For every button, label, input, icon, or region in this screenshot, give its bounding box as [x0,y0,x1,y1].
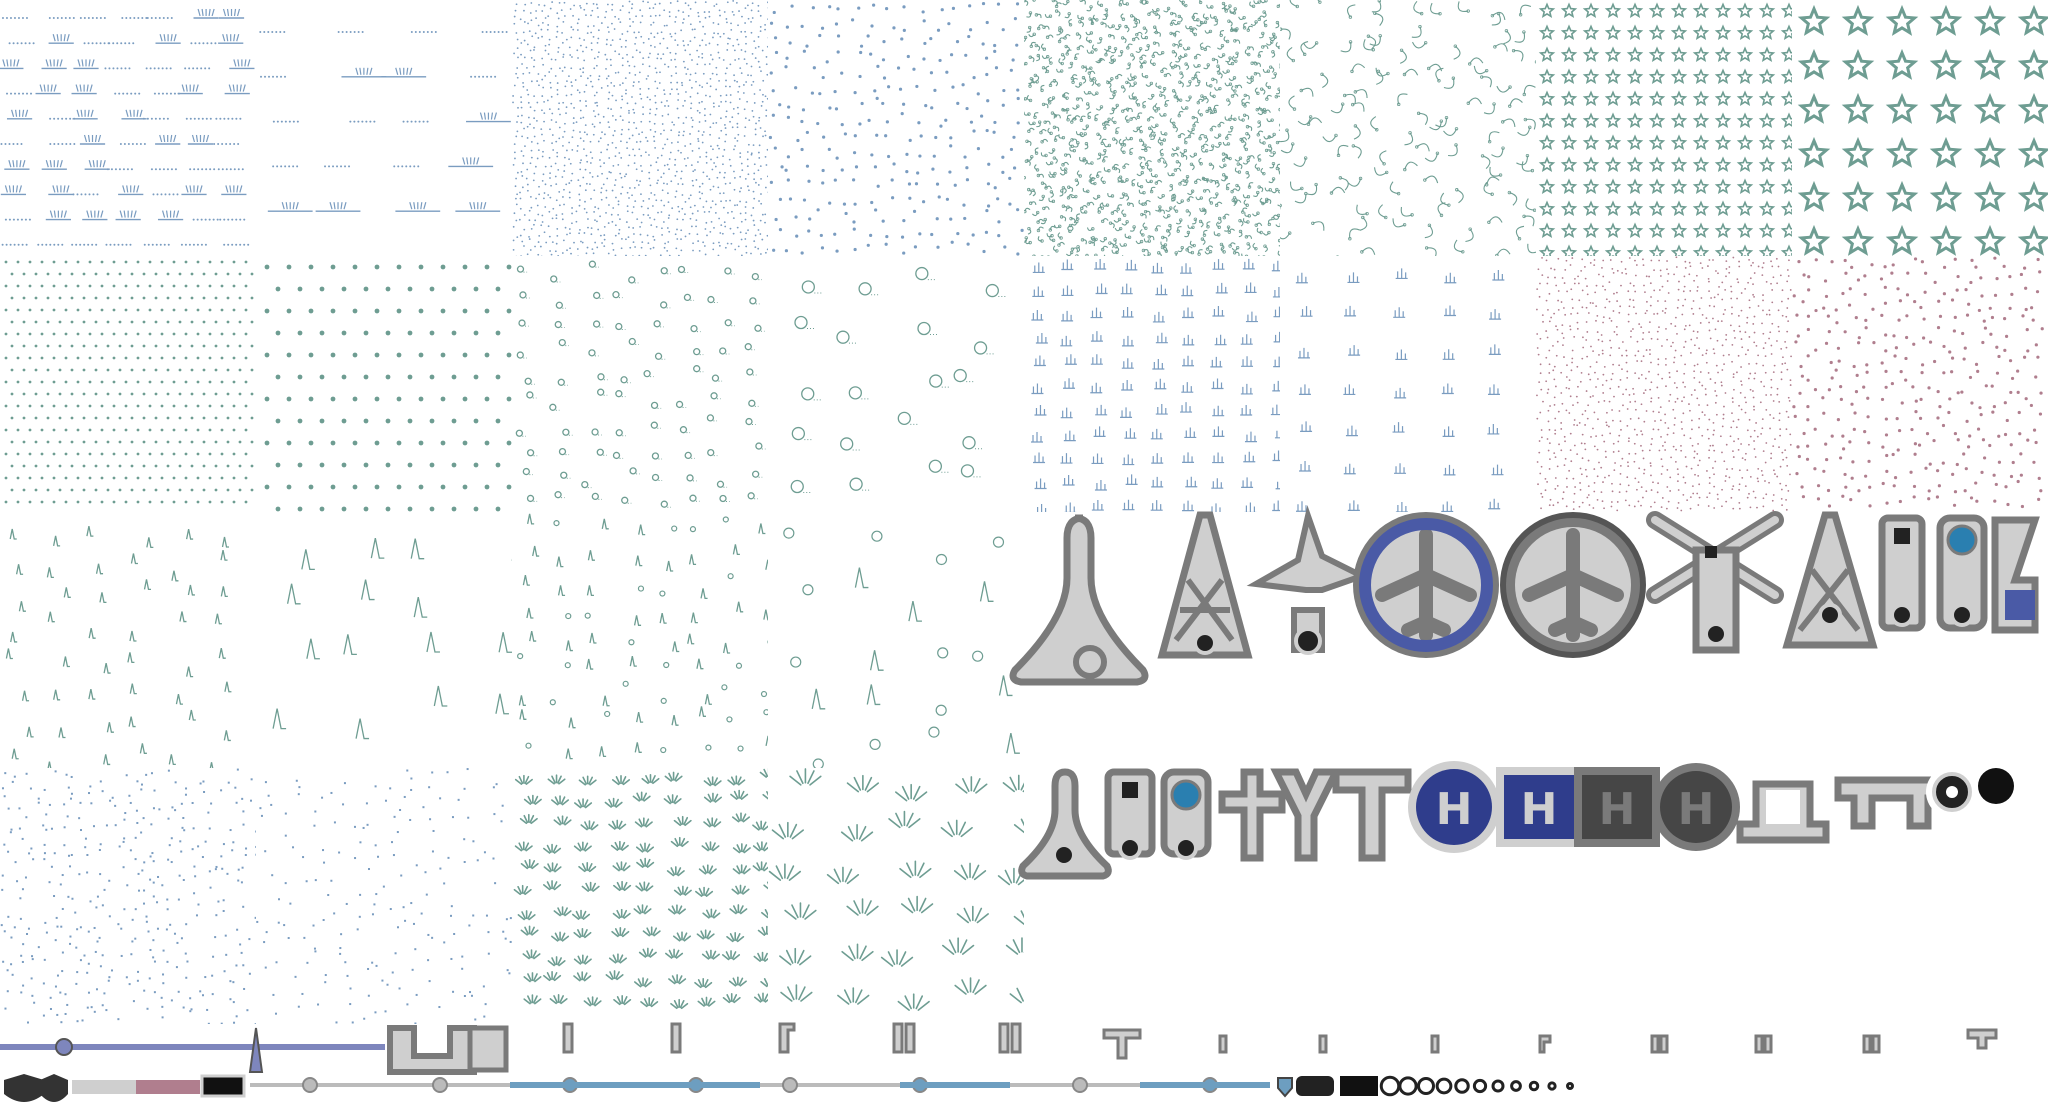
black-dot-icon [1978,768,2014,804]
heliport-round-icon: H [1408,761,1500,853]
lattice-mast-icon [1782,511,1878,649]
line-pattern-strip [0,1022,1998,1102]
tower-icon [1009,514,1149,686]
beacon-round-icon [1936,514,1988,632]
fork-icon [1270,768,1342,862]
lattice-tower-icon [1157,511,1253,659]
arch-icon [1736,780,1830,844]
beacon-round-small-icon [1160,768,1212,860]
beacon-square-small-icon [1104,768,1156,860]
cross-icon [1218,768,1286,862]
icon-sprites: HHHH [0,505,2040,1102]
airport-civil-icon [1353,512,1499,658]
sprite-sheet: HHHH [0,0,2048,1108]
beacon-square-icon [1878,514,1926,632]
dot-icon [1926,766,1978,818]
heliport-dark-icon: H [1574,767,1660,847]
windmill-icon [1646,511,1784,654]
heliport-dark-round-icon: H [1652,763,1740,851]
fork-tall-icon [1332,768,1412,862]
peak-icon [1018,768,1112,880]
wind-turbine-icon [1246,505,1370,655]
mast-flag-icon [1991,516,2040,634]
heliport-square-icon: H [1496,767,1582,847]
airport-military-icon [1500,512,1646,658]
